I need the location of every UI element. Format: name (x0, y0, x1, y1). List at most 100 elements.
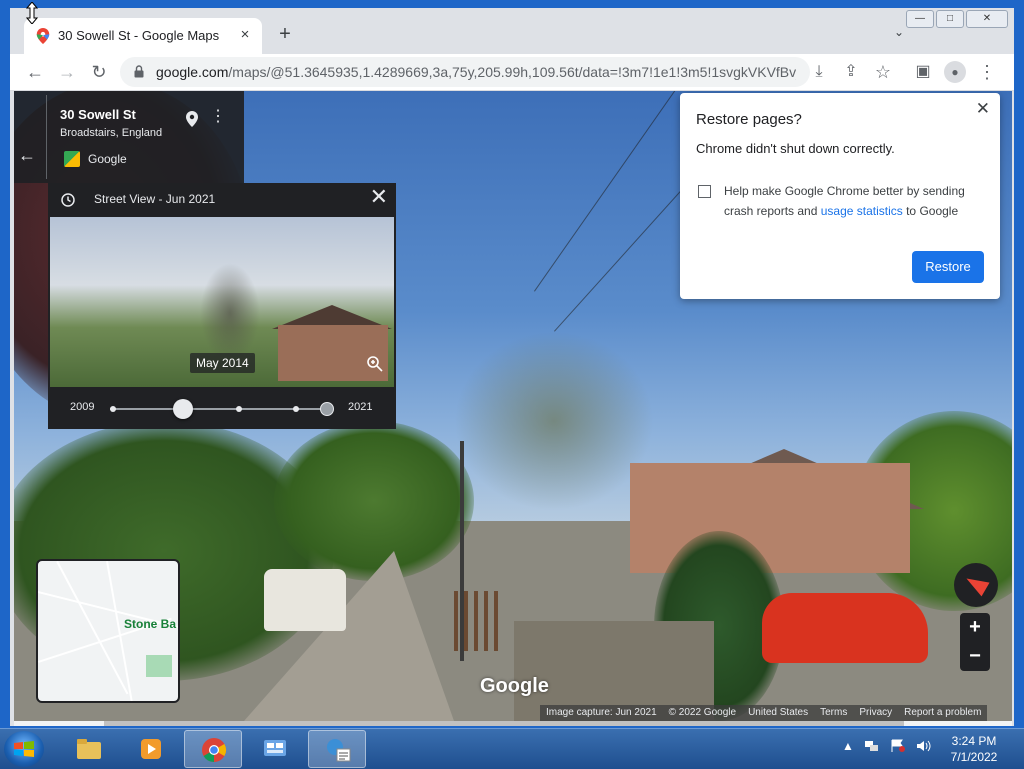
thumbnail-tree (200, 263, 260, 363)
action-center-flag-icon[interactable] (890, 739, 906, 753)
share-icon[interactable]: ⇪ (840, 61, 862, 83)
window-controls: — □ ✕ (904, 10, 1008, 28)
timeline-slider[interactable] (110, 399, 334, 419)
image-capture-date: Image capture: Jun 2021 (546, 707, 657, 718)
media-player-icon (141, 739, 161, 759)
telegraph-pole (460, 441, 464, 661)
bare-tree (454, 331, 654, 511)
tab-close-icon[interactable]: × (236, 26, 254, 44)
history-clock-icon[interactable] (60, 192, 76, 208)
red-car (762, 593, 928, 663)
system-tray: ▲ (842, 739, 942, 753)
imagery-source: Google (88, 152, 127, 166)
white-van (264, 569, 346, 631)
google-maps-logo-icon (64, 151, 80, 167)
crash-report-label: Help make Google Chrome better by sendin… (724, 181, 980, 221)
dialog-title: Restore pages? (696, 111, 802, 128)
close-time-machine-icon[interactable]: ✕ (370, 186, 388, 208)
street-view-canvas[interactable]: ← 30 Sowell St Broadstairs, England ⋮ Go… (14, 91, 1012, 721)
browser-toolbar: ← → ↻ google.com/maps/@51.3645935,1.4289… (10, 54, 1014, 91)
compass-icon[interactable] (954, 563, 998, 607)
more-options-icon[interactable]: ⋮ (210, 109, 226, 125)
copyright: © 2022 Google (668, 707, 737, 718)
taskbar-control-panel[interactable] (246, 730, 304, 768)
report-problem-link[interactable]: Report a problem (898, 705, 987, 721)
tab-google-maps[interactable]: 30 Sowell St - Google Maps × (24, 18, 262, 54)
profile-icon[interactable]: ● (944, 61, 966, 83)
restore-button[interactable]: Restore (912, 251, 984, 283)
taskbar-media-player[interactable] (122, 730, 180, 768)
usage-statistics-link[interactable]: usage statistics (821, 204, 903, 218)
chrome-window: 30 Sowell St - Google Maps × + ⌄ — □ ✕ ←… (10, 8, 1014, 726)
map-park (146, 655, 172, 677)
timeline-current-marker[interactable] (320, 402, 334, 416)
zoom-in-magnifier-icon[interactable] (366, 355, 384, 373)
terms-link[interactable]: Terms (814, 705, 853, 721)
timeline-tick[interactable] (293, 406, 299, 412)
taskbar-explorer[interactable] (60, 730, 118, 768)
new-tab-button[interactable]: + (274, 24, 296, 44)
clock-time: 3:24 PM (951, 734, 997, 748)
region-link[interactable]: United States (742, 705, 814, 721)
address-bar[interactable]: google.com/maps/@51.3645935,1.4289669,3a… (120, 57, 810, 87)
place-info-panel: ← 30 Sowell St Broadstairs, England ⋮ Go… (14, 91, 244, 183)
panel-divider (46, 95, 47, 179)
tab-title: 30 Sowell St - Google Maps (58, 28, 220, 43)
network-icon[interactable] (864, 739, 880, 753)
street-view-date: Street View - Jun 2021 (94, 192, 216, 206)
dialog-message: Chrome didn't shut down correctly. (696, 141, 895, 156)
back-icon[interactable]: ← (24, 61, 46, 83)
horizontal-scrollbar[interactable] (14, 721, 1012, 726)
url-path: /maps/@51.3645935,1.4289669,3a,75y,205.9… (228, 64, 796, 80)
control-panel-icon (264, 740, 286, 756)
show-hidden-icons[interactable]: ▲ (842, 739, 854, 753)
timeline-tick[interactable] (236, 406, 242, 412)
start-button[interactable] (4, 731, 44, 767)
crash-report-checkbox[interactable] (698, 185, 711, 198)
chrome-icon (202, 738, 227, 762)
time-machine-panel: Street View - Jun 2021 ✕ May 2014 2009 2… (48, 183, 396, 429)
thumbnail-date: May 2014 (190, 353, 255, 373)
side-panel-icon[interactable]: ▣ (912, 61, 934, 83)
windows-flag-icon (14, 741, 34, 757)
map-footer: Image capture: Jun 2021 © 2022 Google Un… (540, 705, 988, 721)
compass-needle (962, 571, 990, 597)
volume-icon[interactable] (916, 739, 932, 753)
zoom-in-button[interactable]: + (960, 613, 990, 642)
system-clock[interactable]: 3:24 PM 7/1/2022 (946, 733, 1002, 765)
clock-date: 7/1/2022 (950, 750, 998, 764)
back-to-map-icon[interactable]: ← (18, 145, 36, 166)
historic-thumbnail[interactable]: May 2014 (50, 217, 394, 387)
chrome-menu-icon[interactable]: ⋮ (976, 61, 998, 83)
zoom-controls: + − (960, 613, 990, 671)
reload-icon[interactable]: ↻ (88, 61, 110, 83)
minimize-button[interactable]: — (906, 10, 934, 28)
close-window-button[interactable]: ✕ (966, 10, 1008, 28)
timeline-tick[interactable] (110, 406, 116, 412)
place-address: 30 Sowell St (60, 107, 136, 122)
resize-cursor-icon (26, 2, 38, 24)
zoom-out-button[interactable]: − (960, 642, 990, 671)
taskbar-task-app[interactable] (308, 730, 366, 768)
privacy-link[interactable]: Privacy (853, 705, 898, 721)
timeline-knob[interactable] (172, 399, 193, 419)
forward-icon[interactable]: → (56, 61, 78, 83)
folder-icon (77, 739, 101, 759)
taskbar-chrome[interactable] (184, 730, 242, 768)
help-text-suffix: to Google (902, 204, 959, 218)
tab-strip: 30 Sowell St - Google Maps × + ⌄ — □ ✕ (10, 8, 1014, 54)
map-label: Stone Ba (124, 617, 177, 631)
timeline-start-year: 2009 (70, 401, 95, 413)
maximize-button[interactable]: □ (936, 10, 964, 28)
bookmark-star-icon[interactable]: ☆ (872, 61, 894, 83)
dialog-close-icon[interactable]: ✕ (976, 99, 990, 119)
install-app-icon[interactable]: ⤓ (808, 61, 830, 83)
url-domain: google.com (156, 64, 229, 80)
google-maps-icon (36, 28, 50, 44)
scrollbar-thumb[interactable] (104, 721, 904, 726)
location-pin-icon[interactable] (186, 111, 198, 127)
place-locality: Broadstairs, England (60, 127, 163, 139)
mini-map[interactable]: Stone Ba (36, 559, 180, 703)
tab-search-icon[interactable]: ⌄ (894, 25, 904, 39)
lock-icon (134, 65, 144, 78)
